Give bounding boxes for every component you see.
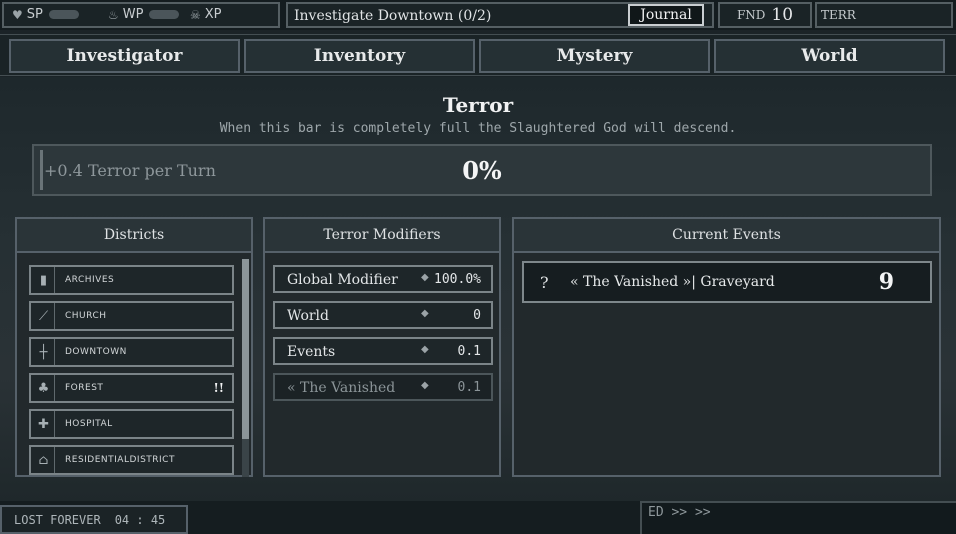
- modifier-value: 0.1: [457, 344, 481, 359]
- district-name: FOREST: [65, 383, 104, 393]
- separator-icon: ◆: [421, 380, 429, 391]
- world-view: Terror When this bar is completely full …: [0, 77, 956, 501]
- sp-stat: ♥ SP: [12, 7, 79, 22]
- house-icon: ⌂: [33, 447, 55, 473]
- wp-stat: ♨ WP: [108, 7, 180, 22]
- terr-label: TERR: [821, 8, 856, 22]
- top-bar: ♥ SP ♨ WP ☠ XP Investigate Downtown (0/2…: [0, 0, 956, 30]
- tree-icon: ♣: [33, 375, 55, 401]
- modifier-name: Events: [287, 344, 336, 360]
- terror-modifiers-panel: Terror Modifiers Global Modifier ◆ 100.0…: [263, 217, 501, 477]
- tab-mystery[interactable]: Mystery: [479, 39, 710, 73]
- tab-investigator[interactable]: Investigator: [9, 39, 240, 73]
- terr-box: TERR: [815, 2, 953, 28]
- question-mark-icon: ?: [540, 273, 549, 292]
- district-hospital[interactable]: ✚ HOSPITAL: [29, 409, 234, 439]
- fnd-box: FND 10: [718, 2, 812, 28]
- modifier-name: Global Modifier: [287, 272, 398, 288]
- timer-box: LOST FOREVER 04 : 45: [0, 505, 188, 534]
- event-name: « The Vanished »| Graveyard: [570, 274, 775, 290]
- sp-bar: [48, 10, 79, 19]
- wp-bar: [149, 10, 180, 19]
- fnd-label: FND: [736, 8, 766, 22]
- timer-value: 04 : 45: [114, 512, 166, 527]
- modifiers-title: Terror Modifiers: [265, 219, 499, 253]
- terror-subtitle: When this bar is completely full the Sla…: [219, 121, 737, 136]
- modifier-value: 0: [473, 308, 481, 323]
- events-title: Current Events: [514, 219, 939, 253]
- scrollbar-thumb[interactable]: [242, 259, 249, 439]
- districts-scrollbar[interactable]: [242, 259, 249, 477]
- terror-percent: 0%: [462, 156, 502, 185]
- crossroads-icon: ┼: [33, 339, 55, 365]
- log-box[interactable]: ED >> >>: [640, 501, 956, 534]
- district-name: RESIDENTIALDISTRICT: [65, 455, 175, 465]
- heart-icon: ♥: [12, 7, 23, 22]
- book-icon: ▮: [33, 267, 55, 293]
- district-name: CHURCH: [65, 311, 107, 321]
- modifier-row: World ◆ 0: [273, 301, 493, 329]
- districts-title: Districts: [17, 219, 251, 253]
- separator-icon: ◆: [421, 308, 429, 319]
- flame-icon: ♨: [108, 7, 119, 22]
- modifier-row: Events ◆ 0.1: [273, 337, 493, 365]
- district-name: ARCHIVES: [65, 275, 115, 285]
- modifier-value: 100.0%: [434, 272, 481, 287]
- districts-panel: Districts ▮ ARCHIVES ⟋ CHURCH ┼ DOWNTOWN…: [15, 217, 253, 477]
- district-church[interactable]: ⟋ CHURCH: [29, 301, 234, 331]
- bell-icon: ⟋: [33, 303, 55, 329]
- wp-label: WP: [122, 7, 144, 22]
- district-downtown[interactable]: ┼ DOWNTOWN: [29, 337, 234, 367]
- xp-label: XP: [204, 7, 222, 22]
- modifier-row: « The Vanished ◆ 0.1: [273, 373, 493, 401]
- quest-text: Investigate Downtown (0/2): [294, 8, 492, 24]
- tab-inventory[interactable]: Inventory: [244, 39, 475, 73]
- fnd-value: 10: [771, 5, 794, 25]
- cross-icon: ✚: [33, 411, 55, 437]
- status-text: LOST FOREVER: [14, 512, 101, 527]
- modifier-name: « The Vanished: [287, 380, 396, 396]
- modifier-row: Global Modifier ◆ 100.0%: [273, 265, 493, 293]
- district-name: HOSPITAL: [65, 419, 113, 429]
- quest-box: Investigate Downtown (0/2) Journal: [286, 2, 714, 28]
- terror-progress-bar: +0.4 Terror per Turn 0%: [32, 144, 932, 196]
- current-events-panel: Current Events ? « The Vanished »| Grave…: [512, 217, 941, 477]
- alert-icon: !!: [213, 381, 224, 395]
- bottom-bar: LOST FOREVER 04 : 45 ED >> >>: [0, 501, 956, 534]
- separator-icon: ◆: [421, 344, 429, 355]
- stats-box: ♥ SP ♨ WP ☠ XP: [2, 2, 280, 28]
- district-forest[interactable]: ♣ FOREST !!: [29, 373, 234, 403]
- tab-world[interactable]: World: [714, 39, 945, 73]
- sp-label: SP: [26, 7, 43, 22]
- event-item[interactable]: ? « The Vanished »| Graveyard 9: [522, 261, 932, 303]
- skull-icon: ☠: [190, 7, 201, 22]
- district-name: DOWNTOWN: [65, 347, 127, 357]
- log-text: ED >> >>: [648, 505, 711, 520]
- separator-icon: ◆: [421, 272, 429, 283]
- xp-stat: ☠ XP: [190, 7, 222, 22]
- district-residential[interactable]: ⌂ RESIDENTIALDISTRICT: [29, 445, 234, 475]
- event-turns: 9: [878, 269, 894, 295]
- terror-title: Terror: [442, 93, 514, 117]
- district-archives[interactable]: ▮ ARCHIVES: [29, 265, 234, 295]
- modifier-value: 0.1: [457, 380, 481, 395]
- main-nav: Investigator Inventory Mystery World: [0, 34, 956, 76]
- journal-button[interactable]: Journal: [628, 4, 704, 26]
- modifier-name: World: [287, 308, 329, 324]
